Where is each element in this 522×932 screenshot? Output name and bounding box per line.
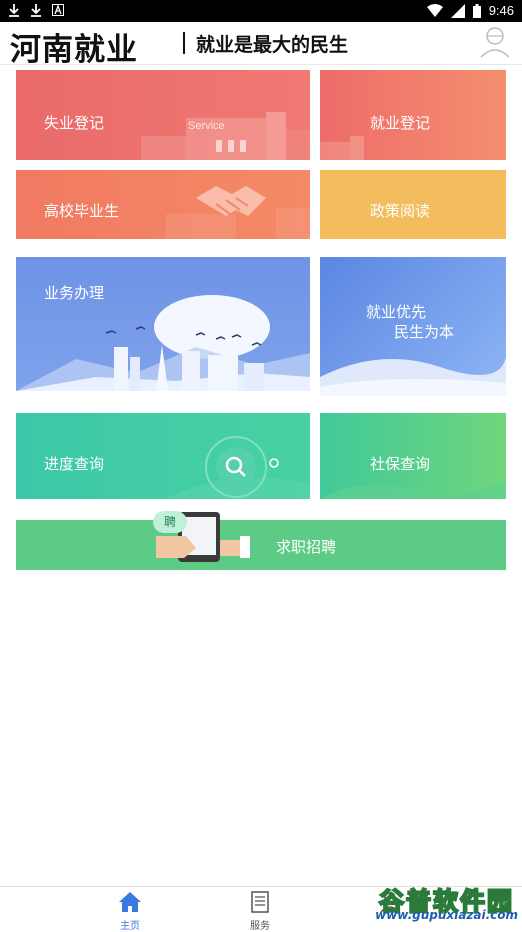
tile-employment-registration[interactable]: 就业登记 [320, 70, 506, 160]
wifi-icon [426, 3, 443, 17]
tile-label: 业务办理 [44, 284, 105, 302]
mountain-illustration [320, 357, 506, 396]
nav-services-label: 服务 [250, 921, 270, 932]
notification-a-icon [52, 4, 64, 16]
signal-icon [450, 3, 465, 18]
tile-label: 社保查询 [370, 455, 431, 473]
nav-home[interactable]: 主页 [100, 891, 160, 932]
search-radar-illustration [166, 436, 310, 499]
home-icon [119, 892, 141, 912]
service-deco-text: Service [188, 120, 225, 132]
tile-label-line2: 民生为本 [394, 323, 455, 341]
app-logo: 河南就业 [10, 32, 138, 68]
nav-home-label: 主页 [120, 921, 140, 932]
tile-label: 就业登记 [370, 114, 431, 132]
tile-label: 进度查询 [44, 455, 105, 473]
status-bar: 9:46 [0, 0, 522, 22]
nav-services[interactable]: 服务 [230, 891, 290, 932]
tile-unemployment-registration[interactable]: Service 失业登记 [16, 70, 310, 160]
tile-social-security-query[interactable]: 社保查询 [320, 413, 506, 499]
tile-label: 政策阅读 [370, 202, 431, 220]
handshake-illustration [166, 186, 310, 239]
building-illustration [141, 112, 310, 160]
user-avatar-icon[interactable] [478, 24, 512, 58]
battery-icon [472, 3, 481, 18]
tile-label: 求职招聘 [276, 538, 337, 556]
download-icon [31, 4, 41, 17]
tile-progress-query[interactable]: 进度查询 [16, 413, 310, 499]
app-header: 河南就业 就业是最大的民生 [0, 22, 522, 68]
tile-label-line1: 就业优先 [366, 303, 427, 321]
tile-label: 失业登记 [44, 114, 105, 132]
header-slogan: 就业是最大的民生 [196, 34, 349, 56]
document-icon [251, 891, 269, 913]
recruit-badge: 聘 [153, 511, 187, 533]
tile-label: 高校毕业生 [44, 202, 120, 220]
clock: 9:46 [488, 3, 514, 18]
tile-graduates[interactable]: 高校毕业生 [16, 170, 310, 239]
tile-job-recruitment[interactable]: 聘 求职招聘 [16, 511, 506, 570]
watermark-url: www.gupuxiazai.com [375, 908, 518, 922]
tile-business-handling[interactable]: 业务办理 [16, 257, 310, 391]
header-divider [183, 32, 185, 54]
tile-employment-priority[interactable]: 就业优先 民生为本 [320, 257, 506, 396]
building-illustration [320, 136, 364, 160]
tile-policy-reading[interactable]: 政策阅读 [320, 170, 506, 239]
site-watermark: 谷普软件园 www.gupuxiazai.com [362, 882, 520, 926]
download-icon [9, 4, 19, 17]
